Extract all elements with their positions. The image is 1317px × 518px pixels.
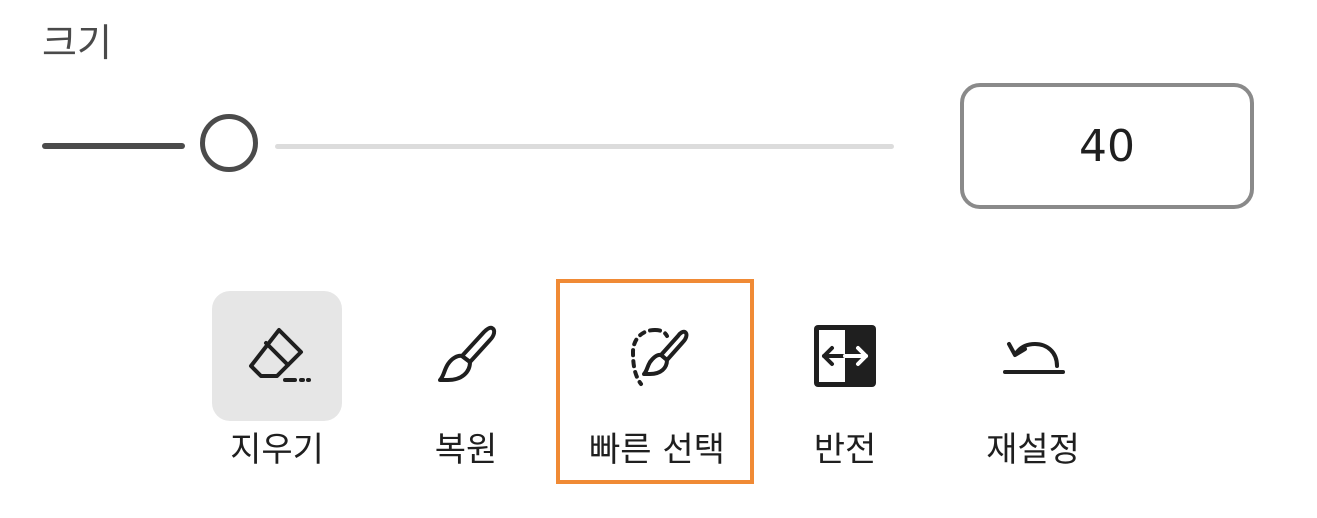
size-value-input[interactable]: 40 <box>960 83 1254 209</box>
restore-icon-wrap <box>401 291 531 421</box>
invert-icon-wrap <box>780 291 910 421</box>
reset-tool-button[interactable]: 재설정 <box>968 291 1098 471</box>
slider-thumb[interactable] <box>200 114 258 172</box>
invert-tool-label: 반전 <box>813 430 877 470</box>
brush-icon <box>438 325 497 382</box>
erase-tool-label: 지우기 <box>230 430 324 470</box>
restore-tool-label: 복원 <box>434 430 498 470</box>
quick-select-highlight <box>556 279 754 484</box>
slider-track[interactable] <box>275 144 894 149</box>
eraser-icon <box>249 328 311 382</box>
erase-tool-button[interactable]: 지우기 <box>212 291 342 471</box>
erase-icon-wrap <box>212 291 342 421</box>
reset-icon-wrap <box>968 291 1098 421</box>
restore-tool-button[interactable]: 복원 <box>401 291 531 471</box>
invert-tool-button[interactable]: 반전 <box>780 291 910 471</box>
reset-icon <box>1003 342 1065 374</box>
slider-fill <box>42 143 185 149</box>
size-slider[interactable] <box>42 110 894 180</box>
invert-icon <box>814 325 876 387</box>
reset-tool-label: 재설정 <box>986 430 1080 470</box>
size-label: 크기 <box>42 21 112 65</box>
